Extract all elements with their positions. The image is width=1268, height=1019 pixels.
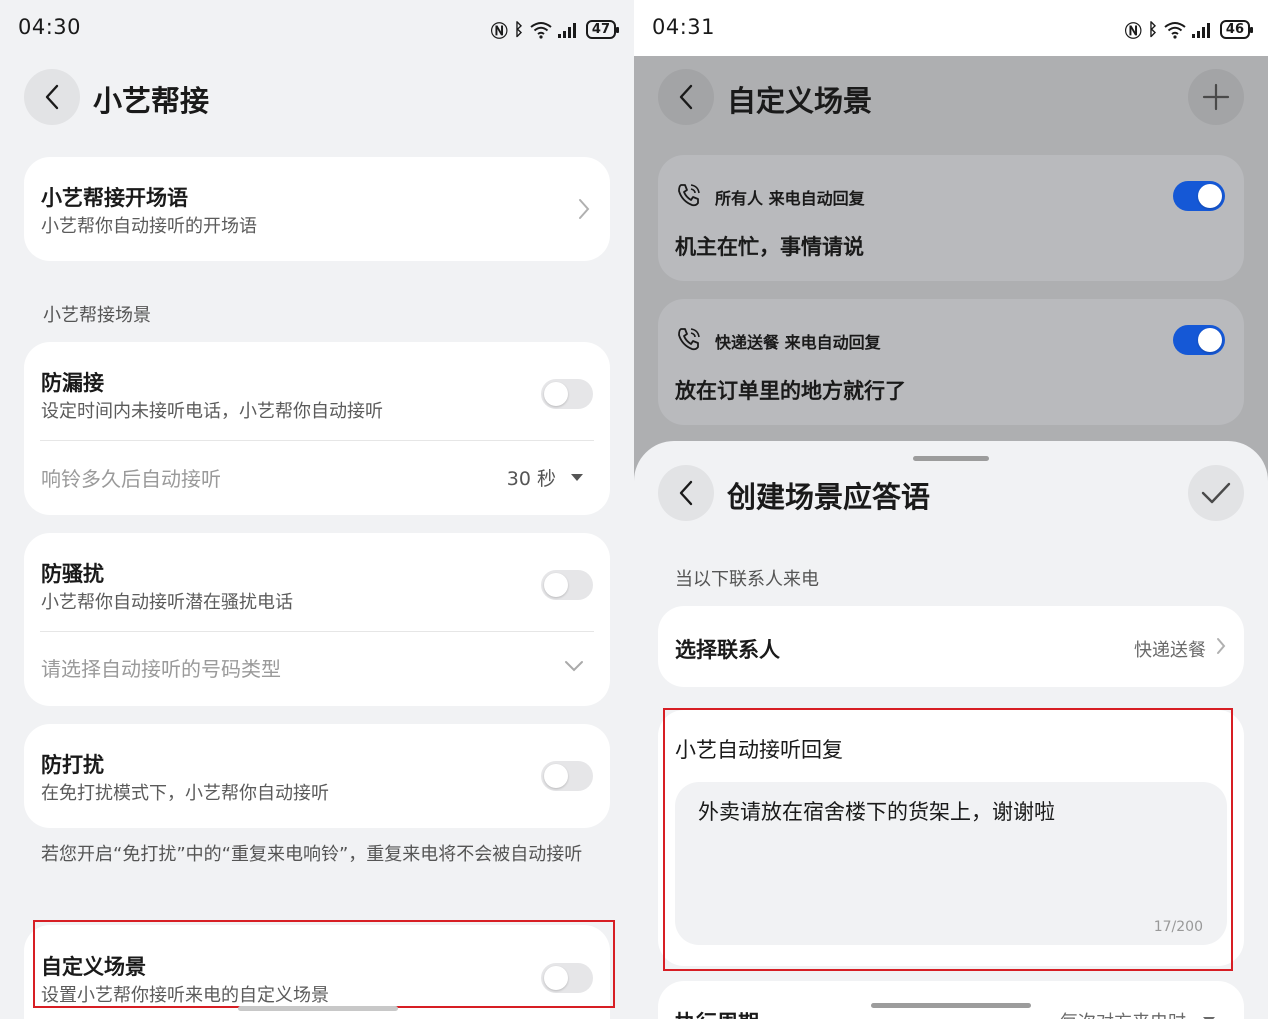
dnd-note: 若您开启“免打扰”中的“重复来电响铃”，重复来电将不会被自动接听 xyxy=(41,844,583,865)
harass-title: 防骚扰 xyxy=(41,562,104,586)
dnd-toggle[interactable] xyxy=(541,761,593,791)
page-title: 自定义场景 xyxy=(727,84,873,118)
add-scene-button[interactable] xyxy=(1188,69,1244,125)
wifi-icon xyxy=(1164,21,1186,39)
greeting-title: 小艺帮接开场语 xyxy=(41,186,188,210)
bluetooth-icon: ᛒ xyxy=(513,19,524,40)
check-icon xyxy=(1201,482,1231,504)
harass-toggle[interactable] xyxy=(541,570,593,600)
section-label: 小艺帮接场景 xyxy=(43,305,151,326)
nfc-icon: Ⓝ xyxy=(1124,22,1142,42)
chevron-right-icon xyxy=(579,199,590,219)
scene-contact: 所有人 xyxy=(715,189,764,208)
chevron-left-icon xyxy=(679,84,693,110)
missed-subtitle: 设定时间内未接听电话，小艺帮你自动接听 xyxy=(41,401,383,422)
sheet-title: 创建场景应答语 xyxy=(727,480,931,514)
cycle-value: 每次对方来电时 xyxy=(1060,1008,1186,1019)
battery-icon: 46 xyxy=(1219,20,1254,39)
signal-icon xyxy=(557,22,576,38)
battery-icon: 47 xyxy=(585,20,620,39)
dnd-card: 防打扰 在免打扰模式下，小艺帮你自动接听 xyxy=(24,724,610,828)
bluetooth-icon: ᛒ xyxy=(1147,19,1158,40)
scene-reply: 机主在忙，事情请说 xyxy=(675,235,864,259)
select-contact-label: 选择联系人 xyxy=(675,638,780,662)
chevron-down-icon[interactable] xyxy=(564,660,584,672)
create-reply-sheet: 创建场景应答语 当以下联系人来电 选择联系人 快递送餐 小艺自动接听回复 外卖请… xyxy=(634,441,1268,1019)
scene-toggle[interactable] xyxy=(1173,325,1225,355)
sheet-section-label: 当以下联系人来电 xyxy=(675,569,819,590)
right-screen: 04:31 Ⓝ ᛒ 46 自定义场景 所有人 来电自动回复 机主在忙，事情请说 … xyxy=(634,0,1268,1019)
highlight-box xyxy=(33,920,615,1008)
number-type-label[interactable]: 请选择自动接听的号码类型 xyxy=(41,653,281,682)
greeting-subtitle: 小艺帮你自动接听的开场语 xyxy=(41,216,257,237)
divider xyxy=(40,440,594,441)
chevron-left-icon xyxy=(679,480,693,506)
cycle-row[interactable]: 执行周期 每次对方来电时 xyxy=(658,981,1244,1019)
scene-card[interactable]: 快递送餐 来电自动回复 放在订单里的地方就行了 xyxy=(658,299,1244,425)
back-button[interactable] xyxy=(24,69,80,125)
greeting-card[interactable]: 小艺帮接开场语 小艺帮你自动接听的开场语 xyxy=(24,157,610,261)
confirm-button[interactable] xyxy=(1188,465,1244,521)
phone-reply-icon xyxy=(678,328,700,351)
status-time: 04:30 xyxy=(18,15,82,39)
signal-icon xyxy=(1191,22,1210,38)
ring-duration-select[interactable]: 30 秒 xyxy=(507,464,584,491)
ring-duration-label: 响铃多久后自动接听 xyxy=(41,467,221,491)
missed-toggle[interactable] xyxy=(541,379,593,409)
select-contact-row[interactable]: 选择联系人 快递送餐 xyxy=(658,606,1244,687)
divider xyxy=(40,631,594,632)
home-indicator xyxy=(238,1006,398,1011)
phone-reply-icon xyxy=(678,184,700,207)
back-button[interactable] xyxy=(658,69,714,125)
missed-call-card: 防漏接 设定时间内未接听电话，小艺帮你自动接听 响铃多久后自动接听 30 秒 xyxy=(24,342,610,515)
sheet-handle[interactable] xyxy=(913,456,989,461)
scene-suffix: 来电自动回复 xyxy=(768,189,865,208)
nfc-icon: Ⓝ xyxy=(490,22,508,42)
scene-card[interactable]: 所有人 来电自动回复 机主在忙，事情请说 xyxy=(658,155,1244,281)
scene-suffix: 来电自动回复 xyxy=(784,333,881,352)
missed-title: 防漏接 xyxy=(41,371,104,395)
cycle-label: 执行周期 xyxy=(675,1007,759,1019)
sheet-back-button[interactable] xyxy=(658,465,714,521)
highlight-box xyxy=(663,708,1233,971)
chevron-left-icon xyxy=(45,84,59,110)
chevron-right-icon xyxy=(1217,638,1226,654)
status-time: 04:31 xyxy=(652,15,716,39)
page-title: 小艺帮接 xyxy=(93,84,210,118)
status-bar: 04:30 Ⓝ ᛒ 47 xyxy=(0,0,634,56)
plus-icon xyxy=(1202,83,1230,111)
ring-duration-value: 30 秒 xyxy=(506,468,556,490)
scene-contact: 快递送餐 xyxy=(715,333,780,352)
harass-subtitle: 小艺帮你自动接听潜在骚扰电话 xyxy=(41,592,293,613)
scene-reply: 放在订单里的地方就行了 xyxy=(675,379,906,403)
dnd-subtitle: 在免打扰模式下，小艺帮你自动接听 xyxy=(41,783,329,804)
triangle-down-icon xyxy=(571,474,583,481)
home-indicator xyxy=(871,1003,1031,1008)
wifi-icon xyxy=(530,21,552,39)
status-bar: 04:31 Ⓝ ᛒ 46 xyxy=(634,0,1268,56)
dnd-title: 防打扰 xyxy=(41,753,104,777)
scene-toggle[interactable] xyxy=(1173,181,1225,211)
left-screen: 04:30 Ⓝ ᛒ 47 小艺帮接 小艺帮接开场语 小艺帮你自动接听的开场语 小… xyxy=(0,0,634,1019)
select-contact-value: 快递送餐 xyxy=(1134,640,1206,661)
harass-card: 防骚扰 小艺帮你自动接听潜在骚扰电话 请选择自动接听的号码类型 xyxy=(24,533,610,706)
